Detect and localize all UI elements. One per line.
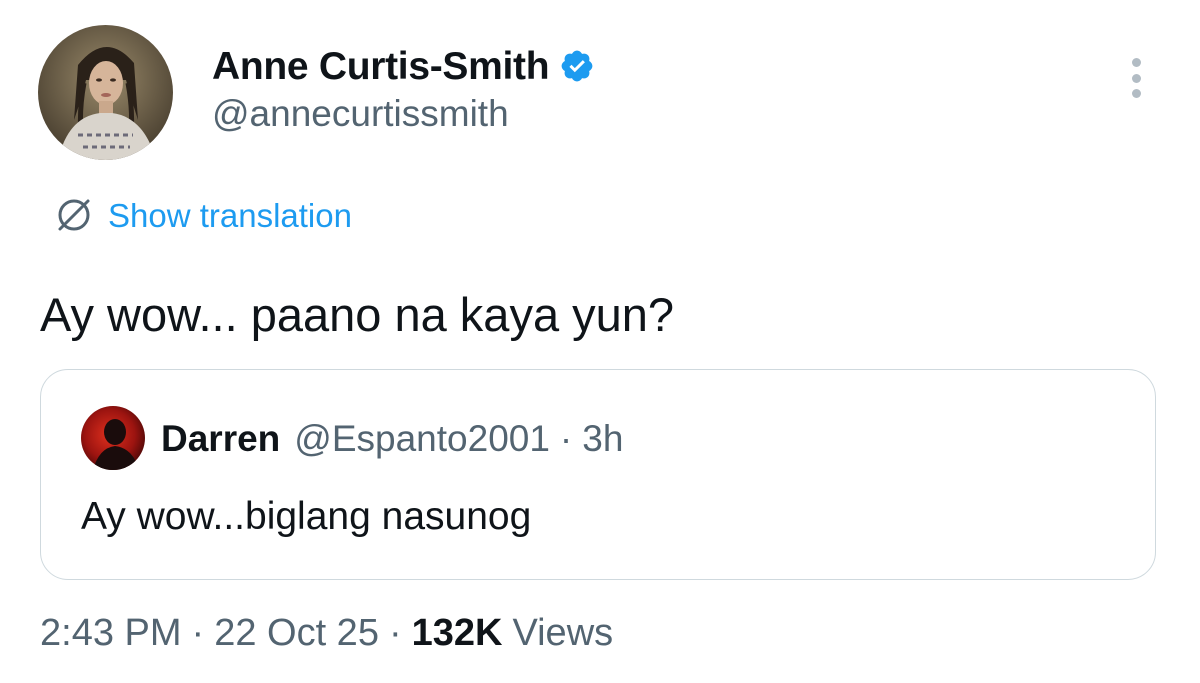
more-options-button[interactable] [1124, 58, 1148, 98]
show-translation-link[interactable]: Show translation [54, 192, 352, 238]
meta-separator: · [388, 612, 402, 654]
quote-timestamp[interactable]: 3h [582, 420, 623, 457]
author-avatar[interactable] [38, 25, 173, 160]
tweet-metadata: 2:43 PM · 22 Oct 25 · 132K Views [40, 609, 613, 657]
quote-tweet-card[interactable]: Darren @Espanto2001 · 3h Ay wow...biglan… [40, 369, 1156, 580]
avatar-photo [38, 25, 173, 160]
author-display-name[interactable]: Anne Curtis-Smith [212, 47, 550, 86]
quote-avatar-photo [81, 406, 145, 470]
quote-separator: · [559, 417, 573, 459]
quote-author-avatar[interactable] [81, 406, 145, 470]
more-dot-icon [1131, 58, 1141, 67]
quote-tweet-text: Ay wow...biglang nasunog [81, 495, 532, 538]
tweet-text: Ay wow... paano na kaya yun? [40, 288, 675, 341]
more-dot-icon [1131, 89, 1141, 98]
quote-author-name[interactable]: Darren [161, 420, 280, 457]
views-label[interactable]: Views [512, 614, 613, 652]
author-name-row[interactable]: Anne Curtis-Smith [212, 42, 595, 90]
verified-badge-icon [559, 48, 595, 84]
quote-author-handle[interactable]: @Espanto2001 [294, 420, 550, 457]
tweet-date[interactable]: 22 Oct 25 [214, 614, 379, 652]
show-translation-label[interactable]: Show translation [108, 199, 352, 232]
more-dot-icon [1131, 73, 1141, 83]
quote-header: Darren @Espanto2001 · 3h [161, 414, 623, 462]
author-handle[interactable]: @annecurtissmith [212, 93, 509, 135]
tweet-time[interactable]: 2:43 PM [40, 614, 182, 652]
globe-icon [54, 195, 94, 235]
meta-separator: · [191, 612, 205, 654]
views-count[interactable]: 132K [412, 614, 503, 652]
